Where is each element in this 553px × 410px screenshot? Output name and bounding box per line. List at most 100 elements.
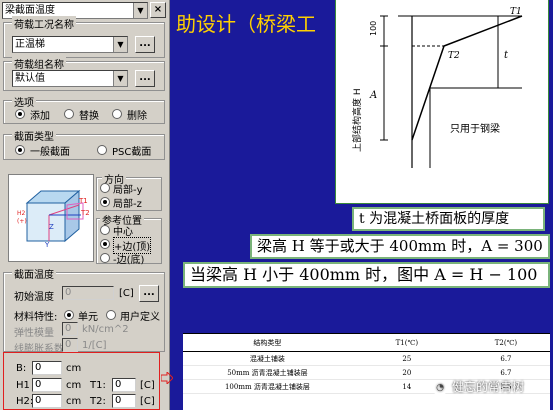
preview-t2: T2 bbox=[80, 209, 90, 217]
thickness-note: t 为混凝土桥面板的厚度 bbox=[352, 207, 545, 231]
option-add-radio[interactable] bbox=[15, 109, 25, 119]
load-case-value: 正温梯 bbox=[15, 39, 45, 50]
table-cell: 100mm 沥青混凝土铺装层 bbox=[183, 379, 352, 394]
label-t2: T2 bbox=[448, 51, 460, 61]
gradient-drawing: 100 A t T1 T2 上部结构高度 H 只用于钢梁 bbox=[351, 7, 523, 168]
material-user-label: 用户定义 bbox=[120, 312, 160, 323]
material-element-label: 单元 bbox=[78, 312, 98, 323]
t1-unit: [C] bbox=[140, 380, 155, 391]
t1-field[interactable]: 0 bbox=[112, 378, 136, 392]
option-delete-label: 删除 bbox=[127, 111, 147, 122]
header-t1: T1(℃) bbox=[351, 333, 462, 352]
option-add-label: 添加 bbox=[30, 111, 50, 122]
ref-bottom-label: -边(底) bbox=[113, 255, 145, 266]
elastic-label: 弹性模量 bbox=[14, 328, 54, 339]
load-type-value: 梁截面温度 bbox=[5, 5, 55, 16]
option-replace-label: 替换 bbox=[79, 111, 99, 122]
table-header: 结构类型 T1(℃) T2(℃) bbox=[183, 333, 550, 352]
thermal-unit: 1/[C] bbox=[82, 340, 107, 351]
h2-label: H2: bbox=[16, 396, 34, 407]
dim-100: 100 bbox=[369, 21, 378, 36]
header-structure: 结构类型 bbox=[183, 333, 352, 352]
section-psc-label: PSC截面 bbox=[112, 147, 152, 158]
chevron-down-icon[interactable]: ▼ bbox=[113, 37, 127, 52]
preview-axis-y: Y bbox=[44, 241, 50, 249]
material-label: 材料特性: bbox=[14, 312, 58, 323]
table-cell: 50mm 沥青混凝土铺装层 bbox=[183, 365, 352, 380]
h2-unit: cm bbox=[66, 396, 82, 407]
section-preview-drawing: H2 (+) Z Y T1 T2 bbox=[17, 189, 90, 249]
chevron-down-icon[interactable]: ▼ bbox=[133, 3, 147, 18]
height-rule-ge400: 梁高 H 等于或大于 400mm 时，A = 300 bbox=[250, 234, 550, 259]
t2-label: T2: bbox=[90, 396, 106, 407]
preview-axis-z: Z bbox=[49, 223, 54, 231]
direction-local-z-label: 局部-z bbox=[113, 199, 142, 210]
wechat-icon: ◔ bbox=[432, 380, 448, 395]
table-cell: 混凝土铺装 bbox=[183, 351, 352, 366]
label-t1: T1 bbox=[510, 7, 522, 17]
material-user-radio[interactable] bbox=[106, 310, 116, 320]
h1-label: H1 bbox=[16, 380, 30, 391]
table-cell: 6.7 bbox=[461, 351, 550, 366]
height-rule-lt400: 当梁高 H 小于 400mm 时，图中 A = H − 100 bbox=[183, 262, 550, 288]
ref-center-label: 中心 bbox=[113, 227, 133, 238]
load-case-select[interactable]: 正温梯 ▼ bbox=[12, 36, 128, 53]
load-case-more-button[interactable]: ... bbox=[135, 36, 155, 53]
direction-local-y-label: 局部-y bbox=[113, 185, 143, 196]
h1-unit: cm bbox=[66, 380, 82, 391]
load-group-select[interactable]: 默认值 ▼ bbox=[12, 70, 128, 87]
t2-field[interactable]: 0 bbox=[112, 394, 136, 408]
load-group-more-button[interactable]: ... bbox=[135, 70, 155, 87]
b-label: B: bbox=[16, 363, 27, 374]
ref-center-radio[interactable] bbox=[100, 225, 110, 235]
option-replace-radio[interactable] bbox=[64, 109, 74, 119]
watermark-text: 健忘的常青树 bbox=[452, 380, 525, 394]
dim-t: t bbox=[504, 50, 509, 61]
b-field[interactable]: 0 bbox=[32, 361, 62, 375]
watermark: ◔ 健忘的常青树 bbox=[432, 378, 524, 395]
material-element-radio[interactable] bbox=[64, 310, 74, 320]
section-general-label: 一般截面 bbox=[30, 147, 70, 158]
temperature-dialog: 梁截面温度 ▼ × 荷载工况名称 正温梯 ▼ ... 荷载组名称 默认值 ▼ .… bbox=[0, 0, 170, 410]
t2-unit: [C] bbox=[140, 396, 155, 407]
table-row: 混凝土铺装 25 6.7 bbox=[183, 351, 550, 366]
steel-only-note: 只用于钢梁 bbox=[450, 122, 500, 135]
elastic-field[interactable]: 0 bbox=[62, 322, 78, 336]
load-group-label: 荷载组名称 bbox=[12, 56, 66, 71]
table-cell: 25 bbox=[351, 351, 462, 366]
direction-local-y-radio[interactable] bbox=[100, 183, 110, 193]
panel-close-button[interactable]: × bbox=[150, 2, 166, 18]
svg-text:H2: H2 bbox=[17, 210, 26, 217]
init-temp-unit: [C] bbox=[119, 288, 134, 299]
direction-local-z-radio[interactable] bbox=[100, 197, 110, 207]
preview-t1: T1 bbox=[78, 197, 88, 205]
thermal-field[interactable]: 0 bbox=[62, 338, 78, 352]
chevron-down-icon[interactable]: ▼ bbox=[113, 71, 127, 86]
load-case-label: 荷载工况名称 bbox=[12, 16, 76, 31]
t1-label: T1: bbox=[90, 380, 106, 391]
section-type-label: 截面类型 bbox=[12, 128, 56, 143]
init-temp-more-button[interactable]: ... bbox=[139, 285, 159, 302]
temperature-gradient-diagram: 100 A t T1 T2 上部结构高度 H 只用于钢梁 bbox=[335, 0, 549, 204]
h2-field[interactable]: 0 bbox=[32, 394, 62, 408]
h1-field[interactable]: 0 bbox=[32, 378, 62, 392]
section-temp-label: 截面温度 bbox=[12, 266, 56, 281]
dim-a: A bbox=[369, 90, 377, 101]
arrow-right-icon bbox=[161, 372, 173, 384]
slide-title: 助设计（桥梁工 bbox=[176, 12, 316, 36]
header-t2: T2(℃) bbox=[461, 333, 550, 352]
init-temp-field[interactable]: 0 bbox=[62, 286, 114, 300]
section-preview: H2 (+) Z Y T1 T2 bbox=[8, 174, 94, 262]
elastic-unit: kN/cm^2 bbox=[82, 324, 129, 335]
section-general-radio[interactable] bbox=[15, 145, 25, 155]
svg-text:(+): (+) bbox=[17, 218, 27, 225]
b-unit: cm bbox=[66, 363, 82, 374]
option-delete-radio[interactable] bbox=[112, 109, 122, 119]
ref-bottom-radio[interactable] bbox=[100, 253, 110, 263]
vertical-height-label: 上部结构高度 H bbox=[351, 88, 363, 152]
section-psc-radio[interactable] bbox=[97, 145, 107, 155]
load-group-value: 默认值 bbox=[15, 73, 45, 84]
ref-top-radio[interactable] bbox=[100, 239, 110, 249]
init-temp-label: 初始温度 bbox=[14, 292, 54, 303]
temperature-table: 结构类型 T1(℃) T2(℃) 混凝土铺装 25 6.7 50mm 沥青混凝土… bbox=[183, 333, 550, 410]
